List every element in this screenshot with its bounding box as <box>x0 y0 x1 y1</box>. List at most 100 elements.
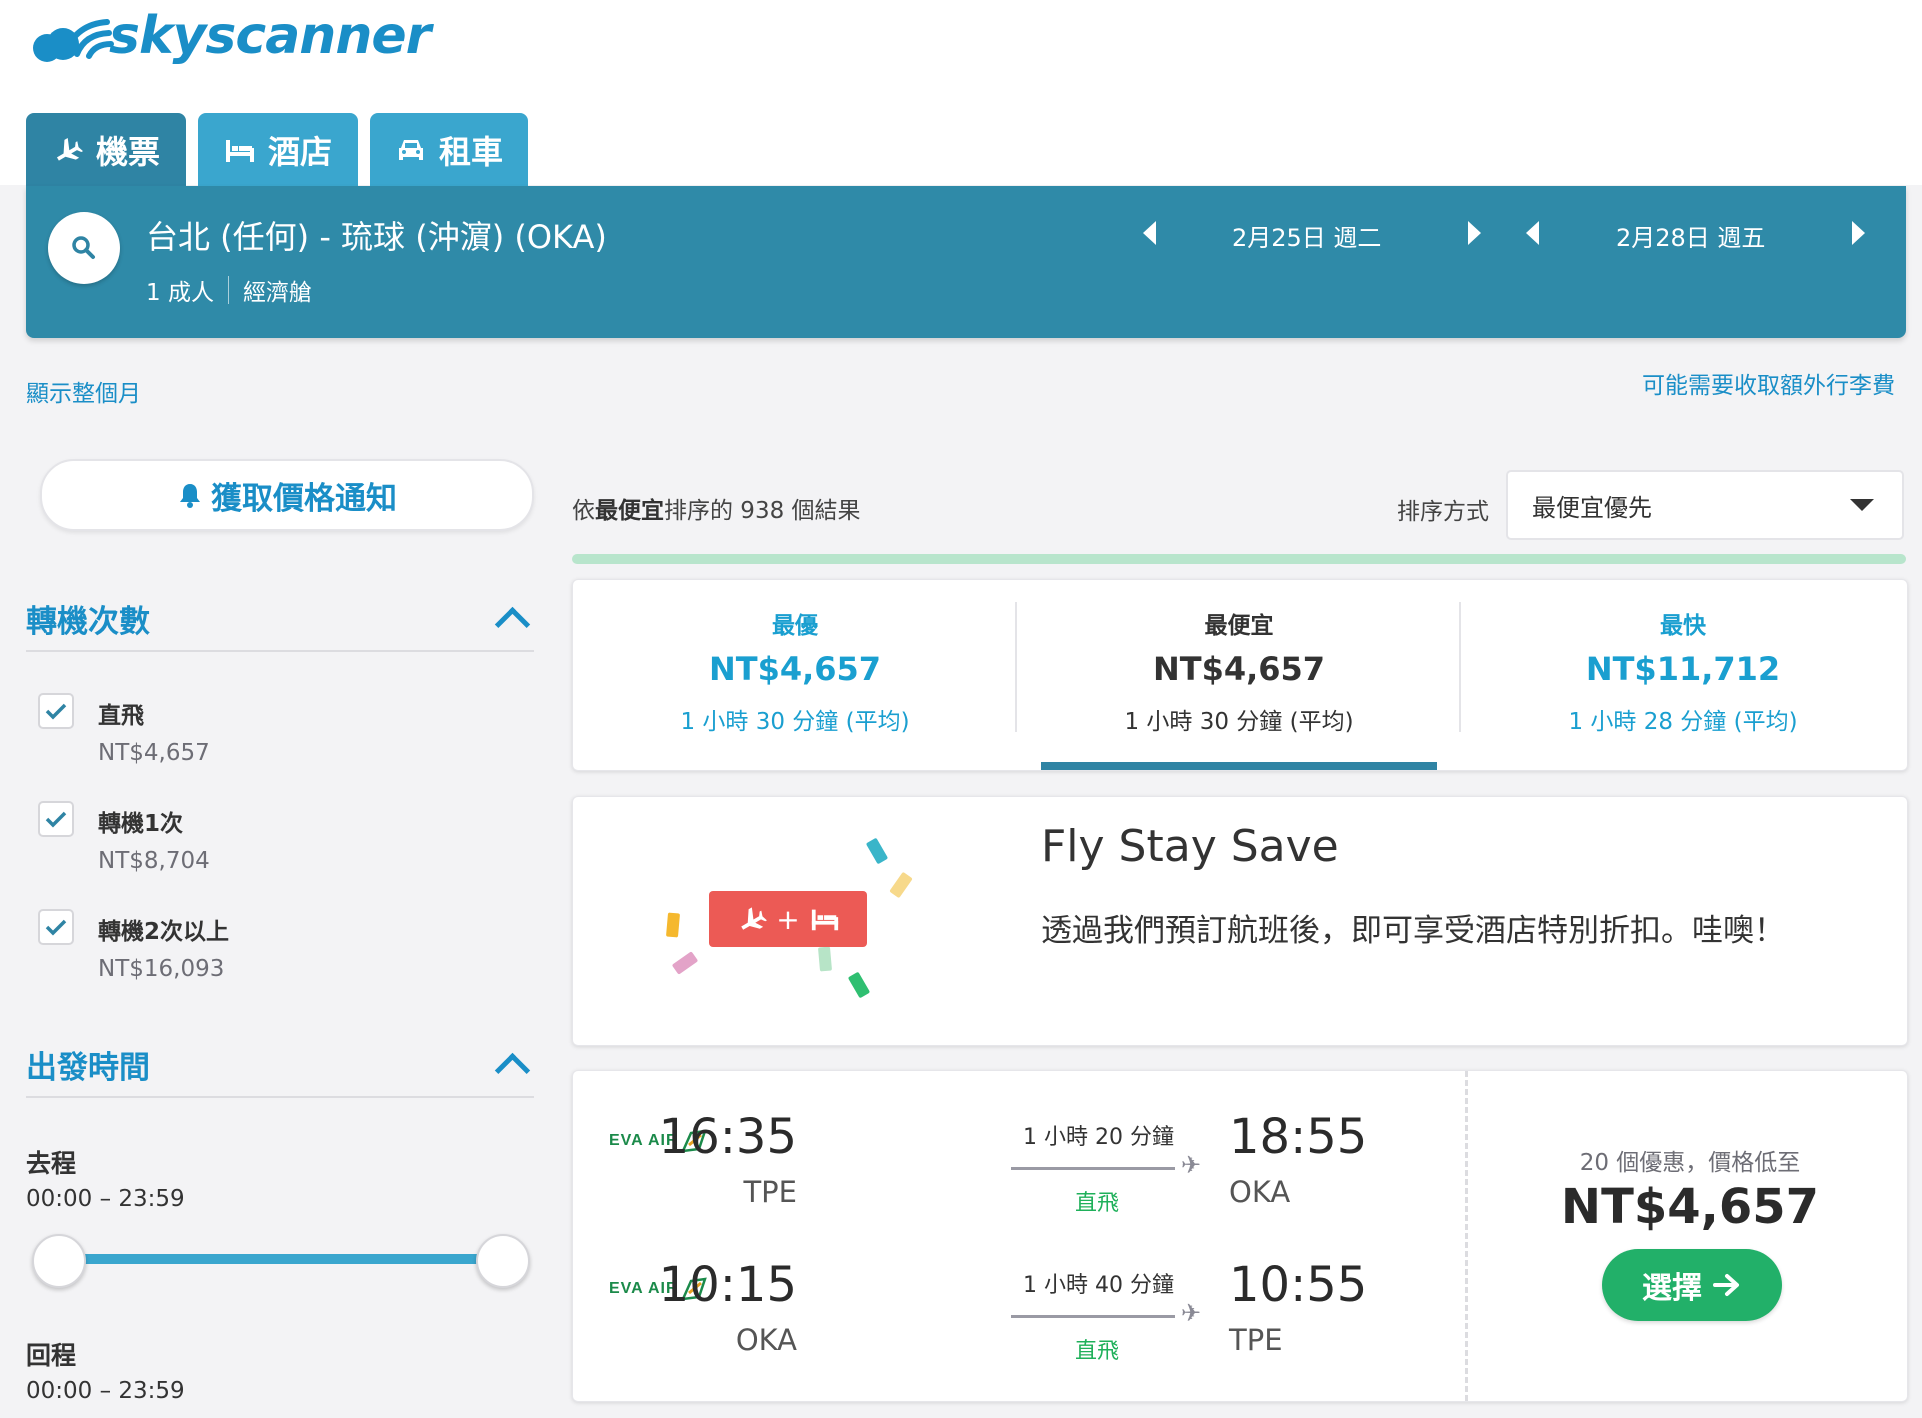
plane-icon: ✈ <box>1181 1151 1202 1179</box>
plane-icon: ✈ <box>1181 1299 1202 1327</box>
checkbox-direct[interactable] <box>38 693 74 729</box>
inbound-depart-airport: OKA <box>735 1323 797 1357</box>
slider-handle-min[interactable] <box>32 1234 86 1288</box>
price-alert-label: 獲取價格通知 <box>211 480 397 517</box>
stops-option-price: NT$16,093 <box>98 956 225 982</box>
logo-text: skyscanner <box>109 6 431 66</box>
stops-option-label[interactable]: 轉機2次以上 <box>98 912 229 946</box>
depart-date-prev-button[interactable] <box>1143 221 1156 245</box>
plane-icon <box>56 137 83 161</box>
checkbox-two-plus-stops[interactable] <box>38 909 74 945</box>
route-text[interactable]: 台北 (任何) - 琉球 (沖濵) (OKA) <box>146 212 607 258</box>
results-count-sort: 最便宜 <box>595 498 664 524</box>
caret-down-icon <box>1850 499 1874 511</box>
summary-duration: 1 小時 30 分鐘 (平均) <box>680 709 910 735</box>
flight-price: NT$4,657 <box>1560 1179 1820 1235</box>
depart-date-next-button[interactable] <box>1468 221 1481 245</box>
confetti-decoration <box>671 951 699 975</box>
divider <box>26 650 534 652</box>
search-button[interactable] <box>48 212 120 284</box>
summary-tab-fastest[interactable]: 最快 NT$11,712 1 小時 28 分鐘 (平均) <box>1461 580 1905 770</box>
check-icon <box>45 811 67 828</box>
select-button[interactable]: 選擇 <box>1602 1249 1782 1321</box>
flight-plus-hotel-badge: + <box>709 891 867 947</box>
tab-flights[interactable]: 機票 <box>26 113 186 186</box>
confetti-decoration <box>817 946 833 972</box>
plus-sign: + <box>776 902 800 936</box>
tab-hotels-label: 酒店 <box>267 132 332 171</box>
return-date[interactable]: 2月28日 週五 <box>1616 218 1765 253</box>
outbound-arrive-time: 18:55 <box>1229 1109 1368 1165</box>
summary-title: 最優 <box>772 613 818 639</box>
outbound-range: 00:00 – 23:59 <box>26 1186 185 1212</box>
confetti-decoration <box>865 837 889 865</box>
plane-icon <box>741 907 768 930</box>
results-count-suffix: 排序的 938 個結果 <box>664 498 861 524</box>
skyscanner-logo[interactable]: skyscanner <box>25 6 431 66</box>
summary-tab-cheapest[interactable]: 最便宜 NT$4,657 1 小時 30 分鐘 (平均) <box>1017 580 1461 770</box>
fly-stay-save-banner[interactable]: + Fly Stay Save 透過我們預訂航班後，即可享受酒店特別折扣。哇噢！ <box>572 796 1908 1046</box>
flight-path-line <box>1011 1167 1175 1170</box>
tab-flights-label: 機票 <box>95 132 160 171</box>
baggage-fee-link[interactable]: 可能需要收取額外行李費 <box>1642 366 1895 400</box>
promo-title: Fly Stay Save <box>1041 821 1339 872</box>
tab-cars[interactable]: 租車 <box>370 113 528 186</box>
stops-option-price: NT$8,704 <box>98 848 210 874</box>
summary-price: NT$4,657 <box>1152 650 1326 688</box>
depart-date[interactable]: 2月25日 週二 <box>1232 218 1381 253</box>
car-icon <box>398 139 423 160</box>
stops-option-price: NT$4,657 <box>98 740 210 766</box>
active-tab-indicator <box>1041 762 1437 770</box>
flight-result-card[interactable]: EVA AIR 16:35 TPE 1 小時 20 分鐘 ✈ 直飛 18:55 … <box>572 1070 1908 1402</box>
show-whole-month-link[interactable]: 顯示整個月 <box>26 374 141 408</box>
confetti-decoration <box>665 912 681 938</box>
confetti-decoration <box>847 971 871 999</box>
sort-dropdown[interactable]: 最便宜優先 <box>1506 470 1904 540</box>
confetti-decoration <box>889 871 913 899</box>
summary-title: 最便宜 <box>1204 613 1274 639</box>
depart-time-filter-title[interactable]: 出發時間 <box>26 1042 150 1087</box>
divider <box>26 1096 534 1098</box>
tab-cars-label: 租車 <box>438 132 503 171</box>
inbound-arrive-time: 10:55 <box>1229 1257 1368 1313</box>
select-label: 選擇 <box>1642 1271 1702 1306</box>
skyscanner-logo-icon <box>33 19 114 62</box>
summary-tab-best[interactable]: 最優 NT$4,657 1 小時 30 分鐘 (平均) <box>573 580 1017 770</box>
arrow-right-icon <box>1713 1274 1739 1296</box>
outbound-depart-time: 16:35 <box>658 1109 797 1165</box>
return-range: 00:00 – 23:59 <box>26 1378 185 1404</box>
outbound-time-slider[interactable] <box>58 1254 502 1264</box>
cabin-class: 經濟艙 <box>242 280 312 306</box>
checkbox-one-stop[interactable] <box>38 801 74 837</box>
outbound-arrive-airport: OKA <box>1229 1175 1291 1209</box>
deals-count: 20 個優惠，價格低至 <box>1579 1150 1801 1176</box>
divider <box>1465 1071 1468 1401</box>
return-label: 回程 <box>26 1341 77 1370</box>
stops-option-label[interactable]: 直飛 <box>98 696 144 730</box>
results-count-prefix: 依 <box>572 498 595 524</box>
outbound-depart-airport: TPE <box>743 1175 797 1209</box>
return-date-next-button[interactable] <box>1852 221 1865 245</box>
tab-hotels[interactable]: 酒店 <box>198 113 358 186</box>
inbound-depart-time: 10:15 <box>658 1257 797 1313</box>
summary-tabs: 最優 NT$4,657 1 小時 30 分鐘 (平均) 最便宜 NT$4,657… <box>572 579 1908 771</box>
return-date-prev-button[interactable] <box>1526 221 1539 245</box>
stops-option-label[interactable]: 轉機1次 <box>98 804 183 838</box>
summary-title: 最快 <box>1660 613 1706 639</box>
search-summary-bar[interactable] <box>26 186 1906 338</box>
passenger-cabin[interactable]: 1 成人 經濟艙 <box>146 273 312 307</box>
outbound-stops: 直飛 <box>1075 1191 1120 1216</box>
check-icon <box>45 919 67 936</box>
sort-value: 最便宜優先 <box>1532 493 1652 522</box>
outbound-duration: 1 小時 20 分鐘 <box>1023 1125 1174 1150</box>
summary-price: NT$11,712 <box>1585 650 1781 688</box>
slider-handle-max[interactable] <box>476 1234 530 1288</box>
summary-duration: 1 小時 30 分鐘 (平均) <box>1124 709 1354 735</box>
stops-filter-title[interactable]: 轉機次數 <box>26 596 150 641</box>
results-count: 依最便宜排序的 938 個結果 <box>572 491 861 525</box>
inbound-duration: 1 小時 40 分鐘 <box>1023 1273 1174 1298</box>
price-alert-button[interactable]: 獲取價格通知 <box>40 459 534 531</box>
promo-text: 透過我們預訂航班後，即可享受酒店特別折扣。哇噢！ <box>1041 913 1785 949</box>
passenger-count: 1 成人 <box>146 280 214 306</box>
bell-icon <box>180 484 200 508</box>
